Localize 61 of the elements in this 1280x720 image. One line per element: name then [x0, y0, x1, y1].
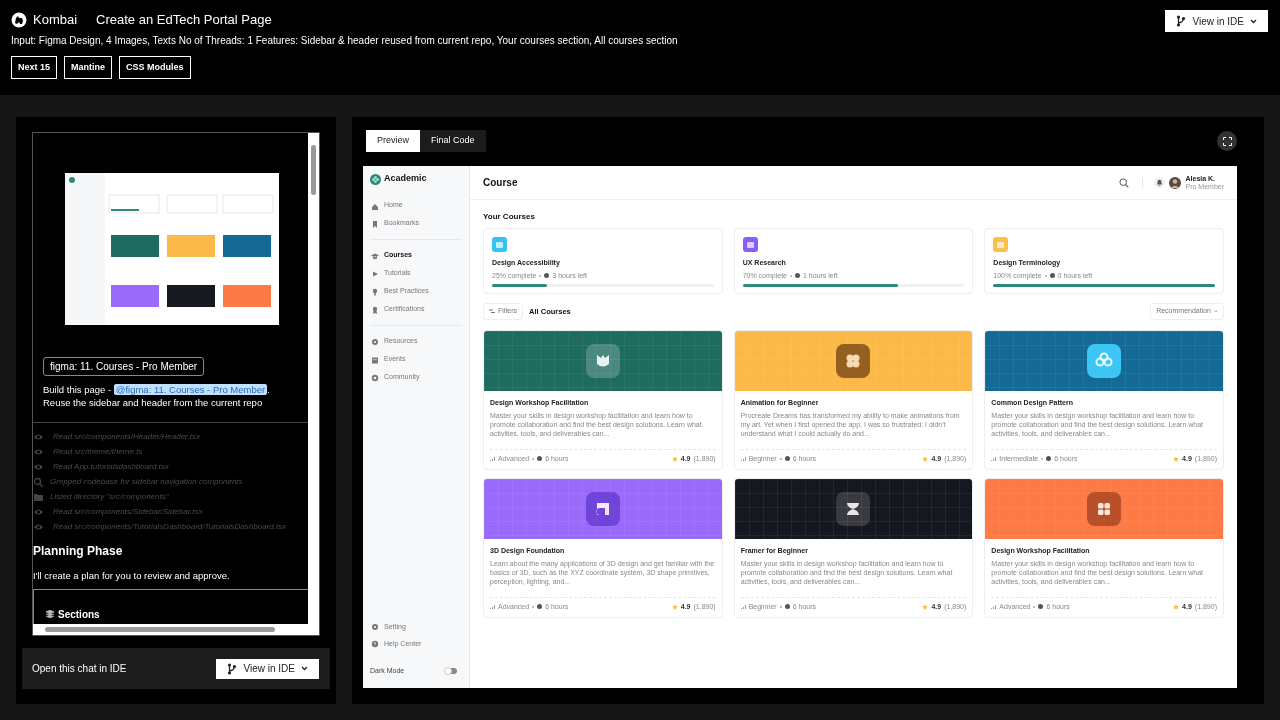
- open-in-ide-text: Open this chat in IDE: [32, 662, 127, 676]
- home-icon: [371, 201, 379, 210]
- view-in-ide-button[interactable]: View in IDE: [1165, 10, 1268, 32]
- input-summary: Input: Figma Design, 4 Images, Texts No of Threads: 1 Features: Sidebar & header reused from current repo, Your courses section, All courses section: [11, 34, 679, 48]
- activity-log-entry: Listed directory "src/components": [50, 491, 169, 503]
- section-heading: Planning Phase: [33, 543, 124, 560]
- activity-log-entry: Read src/components/Sidebar/Sidebar.tsx: [53, 506, 203, 518]
- bookmark-icon: [371, 219, 379, 228]
- fullscreen-icon: [1222, 136, 1232, 146]
- graduation-cap-icon: [371, 251, 379, 260]
- award-icon: [371, 305, 379, 314]
- tech-tag: CSS Modules: [119, 56, 191, 79]
- page-title: Course: [483, 176, 518, 190]
- dark-mode-toggle[interactable]: [446, 667, 457, 674]
- horizontal-scrollbar[interactable]: [33, 624, 319, 635]
- star-icon: [1173, 455, 1180, 462]
- portal-brand: Academic: [384, 172, 427, 186]
- star-icon: [922, 603, 929, 610]
- tech-tag: Mantine: [64, 56, 113, 79]
- user-message: Build this page - @figma: 11. Courses - Pro Member . Reuse the sidebar and header from the current repo: [43, 383, 271, 409]
- activity-log-entry: Read src/components/Header/Header.tsx: [53, 431, 200, 443]
- bulb-icon: [371, 287, 379, 296]
- calendar-icon: [371, 355, 379, 364]
- plan-section-heading: Sections: [58, 607, 100, 622]
- assistant-message: I'll create a plan for you to review and approve.: [33, 569, 231, 583]
- preview-tab[interactable]: Final Code: [420, 130, 486, 152]
- star-icon: [922, 455, 929, 462]
- preview-tab[interactable]: Preview: [366, 130, 420, 152]
- star-icon: [671, 455, 678, 462]
- stack-icon: [46, 610, 54, 619]
- course-card[interactable]: [483, 478, 723, 618]
- search-icon: [33, 477, 44, 487]
- caret-down-icon: [1214, 310, 1218, 313]
- avatar-icon: [1169, 176, 1182, 189]
- caret-down-icon: [1250, 18, 1257, 24]
- star-icon: [671, 603, 678, 610]
- chat-title: Create an EdTech Portal Page: [96, 11, 272, 30]
- caret-down-icon: [301, 666, 308, 671]
- course-card[interactable]: [483, 330, 723, 470]
- fullscreen-button[interactable]: [1217, 131, 1237, 151]
- activity-log-entry: Grepped codebase for sidebar navigation components: [50, 476, 243, 488]
- activity-log-entry: Read App.tutorialsdashboard.tsx: [53, 461, 169, 473]
- vertical-scrollbar[interactable]: [308, 133, 319, 626]
- branch-icon: [227, 662, 238, 675]
- star-icon: [1173, 603, 1180, 610]
- flower-logo-icon: [370, 173, 381, 185]
- course-card[interactable]: [733, 478, 974, 618]
- play-icon: [371, 269, 379, 278]
- brand-name: Kombai: [33, 11, 78, 30]
- tech-tag: Next 15: [11, 56, 58, 79]
- filter-icon: [489, 309, 495, 314]
- section-heading: Your Courses: [483, 211, 536, 223]
- bell-icon: [1156, 179, 1164, 186]
- notification-button[interactable]: [1154, 177, 1166, 188]
- branch-icon: [1176, 15, 1187, 27]
- view-in-ide-button[interactable]: View in IDE: [216, 658, 319, 679]
- activity-log-entry: Read src/components/TutorialsDashboard/TutorialsDashboard.tsx: [53, 521, 287, 533]
- folder-icon: [33, 492, 44, 502]
- figma-reference-chip: figma: 11. Courses - Pro Member: [43, 357, 205, 376]
- activity-log-entry: Read src/theme/theme.ts: [53, 446, 143, 458]
- search-icon: [1119, 177, 1130, 188]
